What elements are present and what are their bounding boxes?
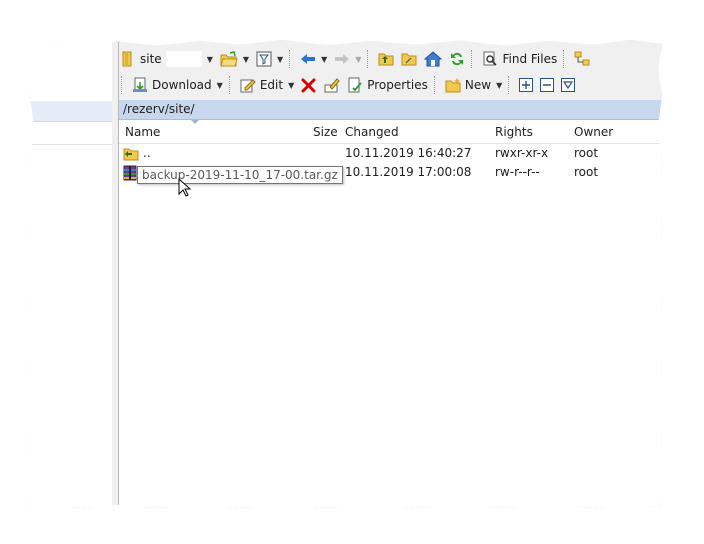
find-files-button[interactable]: Find Files bbox=[480, 48, 559, 70]
unselect-button[interactable] bbox=[538, 74, 556, 96]
panel-splitter[interactable] bbox=[112, 40, 119, 508]
archive-icon bbox=[123, 165, 137, 181]
chevron-down-icon[interactable]: ▼ bbox=[496, 81, 502, 90]
minus-icon bbox=[540, 78, 555, 92]
site-selector[interactable]: site ▼ bbox=[120, 48, 215, 70]
delete-icon bbox=[301, 77, 317, 93]
edit-icon bbox=[240, 77, 256, 93]
download-button[interactable]: Download ▼ bbox=[130, 74, 225, 96]
column-header-changed[interactable]: Changed bbox=[345, 125, 399, 139]
app-window: site ▼ ▼ ▼ ▼ ▼ Find Files Download ▼ Edi… bbox=[30, 40, 662, 508]
parent-folder-icon bbox=[378, 51, 394, 67]
select-filter-icon bbox=[561, 78, 576, 92]
chevron-down-icon[interactable]: ▼ bbox=[217, 81, 223, 90]
local-path-bar bbox=[30, 101, 112, 122]
file-owner: root bbox=[574, 165, 599, 179]
column-header-rights[interactable]: Rights bbox=[495, 125, 533, 139]
open-folder-button[interactable]: ▼ bbox=[218, 48, 251, 70]
file-name-tooltip: backup-2019-11-10_17-00.tar.gz bbox=[137, 166, 343, 184]
filter-button[interactable]: ▼ bbox=[254, 48, 285, 70]
filter-icon bbox=[256, 51, 272, 67]
refresh-button[interactable] bbox=[447, 48, 467, 70]
file-row-parent[interactable]: .. 10.11.2019 16:40:27 rwxr-xr-x root bbox=[119, 144, 662, 163]
open-folder-icon bbox=[220, 51, 238, 67]
select-button[interactable] bbox=[517, 74, 535, 96]
download-icon bbox=[132, 77, 148, 93]
root-directory-button[interactable] bbox=[399, 48, 419, 70]
new-label: New bbox=[464, 78, 492, 92]
tree-icon bbox=[574, 51, 590, 67]
file-list-header: Name Size Changed Rights Owner bbox=[119, 120, 662, 144]
refresh-icon bbox=[449, 51, 465, 67]
chevron-down-icon[interactable]: ▼ bbox=[288, 81, 294, 90]
file-rights: rwxr-xr-x bbox=[495, 146, 549, 160]
home-icon bbox=[424, 51, 443, 67]
chevron-down-icon[interactable]: ▼ bbox=[243, 55, 249, 64]
root-folder-icon bbox=[401, 51, 417, 67]
home-directory-button[interactable] bbox=[422, 48, 444, 70]
properties-label: Properties bbox=[367, 78, 428, 92]
back-arrow-icon bbox=[300, 52, 316, 66]
chevron-down-icon[interactable]: ▼ bbox=[321, 55, 327, 64]
sort-indicator-icon bbox=[191, 120, 199, 124]
local-panel bbox=[30, 40, 113, 508]
local-header bbox=[30, 122, 112, 145]
download-label: Download bbox=[152, 78, 212, 92]
file-name: .. bbox=[143, 146, 151, 160]
folder-icon bbox=[122, 51, 136, 67]
file-toolbar: Download ▼ Edit ▼ Properties New ▼ bbox=[120, 73, 577, 97]
find-files-label: Find Files bbox=[502, 52, 558, 66]
edit-label: Edit bbox=[259, 78, 284, 92]
chevron-down-icon[interactable]: ▼ bbox=[277, 55, 283, 64]
rename-button[interactable] bbox=[322, 74, 342, 96]
chevron-down-icon[interactable]: ▼ bbox=[207, 55, 213, 64]
rename-icon bbox=[324, 77, 340, 93]
forward-arrow-icon bbox=[334, 52, 350, 66]
plus-icon bbox=[519, 78, 534, 92]
edit-button[interactable]: Edit ▼ bbox=[238, 74, 296, 96]
column-header-owner[interactable]: Owner bbox=[574, 125, 613, 139]
properties-button[interactable]: Properties bbox=[345, 74, 430, 96]
file-changed: 10.11.2019 17:00:08 bbox=[345, 165, 472, 179]
site-label: site bbox=[140, 52, 162, 66]
mouse-pointer-icon bbox=[178, 178, 192, 198]
select-files-button[interactable] bbox=[559, 74, 577, 96]
parent-directory-button[interactable] bbox=[376, 48, 396, 70]
properties-icon bbox=[347, 77, 363, 93]
parent-folder-icon bbox=[123, 146, 139, 162]
back-button[interactable]: ▼ bbox=[298, 48, 329, 70]
find-files-icon bbox=[482, 51, 498, 67]
forward-button[interactable]: ▼ bbox=[332, 48, 363, 70]
synchronize-button[interactable] bbox=[572, 48, 592, 70]
navigation-toolbar: site ▼ ▼ ▼ ▼ ▼ Find Files bbox=[120, 47, 592, 71]
column-header-size[interactable]: Size bbox=[313, 125, 338, 139]
file-changed: 10.11.2019 16:40:27 bbox=[345, 146, 472, 160]
new-folder-icon bbox=[445, 77, 461, 93]
remote-path-bar[interactable]: /rezerv/site/ bbox=[119, 100, 662, 120]
new-button[interactable]: New ▼ bbox=[443, 74, 504, 96]
column-header-name[interactable]: Name bbox=[125, 125, 160, 139]
file-owner: root bbox=[574, 146, 599, 160]
file-rights: rw-r--r-- bbox=[495, 165, 540, 179]
delete-button[interactable] bbox=[299, 74, 319, 96]
chevron-down-icon[interactable]: ▼ bbox=[355, 55, 361, 64]
